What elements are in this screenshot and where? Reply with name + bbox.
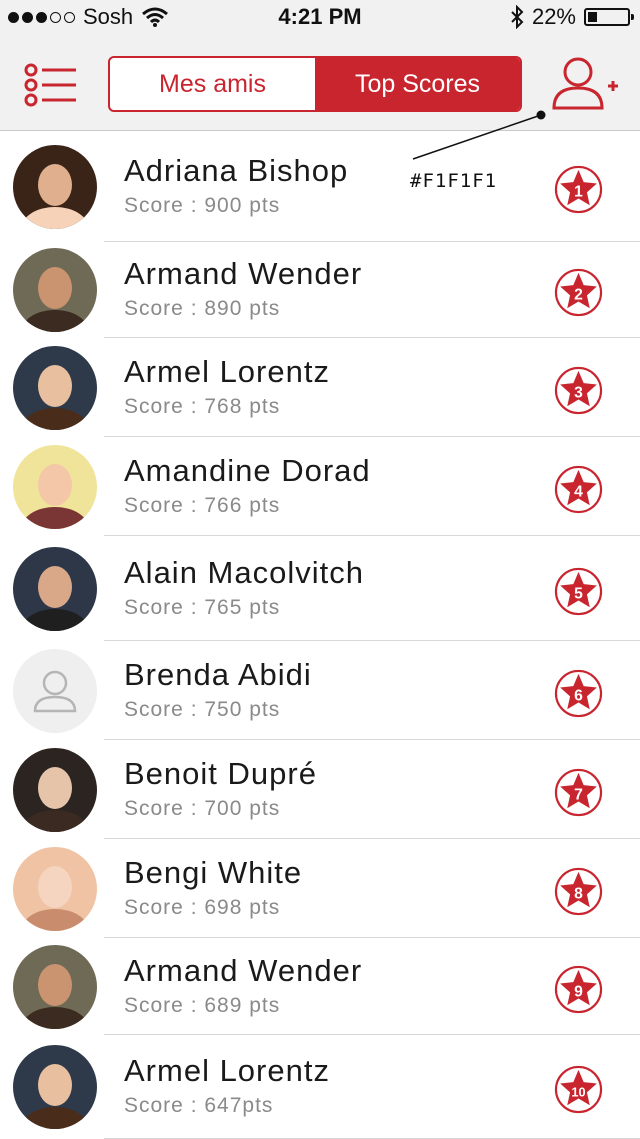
leaderboard-row[interactable]: Armel Lorentz Score : 647pts 10: [0, 1035, 640, 1139]
player-name: Armel Lorentz: [124, 354, 330, 389]
rank-star-icon: 7: [554, 768, 603, 817]
leaderboard-row[interactable]: Amandine Dorad Score : 766 pts 4: [0, 437, 640, 536]
avatar: [13, 145, 97, 229]
bluetooth-icon: [511, 5, 524, 29]
battery-icon: [584, 8, 634, 26]
player-name: Benoit Dupré: [124, 756, 317, 791]
rank-number: 3: [574, 384, 583, 401]
add-user-icon: [552, 57, 618, 110]
avatar: [13, 945, 97, 1029]
player-name: Armand Wender: [124, 256, 363, 291]
player-score: Score : 890 pts: [124, 297, 281, 320]
leaderboard-row[interactable]: Benoit Dupré Score : 700 pts 7: [0, 740, 640, 839]
player-score: Score : 750 pts: [124, 698, 281, 721]
rank-star-icon: 10: [554, 1065, 603, 1114]
player-name: Adriana Bishop: [124, 153, 349, 188]
rank-star-icon: 9: [554, 965, 603, 1014]
segmented-control: Mes amis Top Scores: [108, 56, 522, 112]
rank-star-icon: 1: [554, 165, 603, 214]
tab-top-scores[interactable]: Top Scores: [315, 58, 520, 110]
player-name: Armand Wender: [124, 953, 363, 988]
rank-number: 8: [574, 885, 583, 902]
tab-mes-amis[interactable]: Mes amis: [110, 58, 315, 110]
player-name: Bengi White: [124, 855, 303, 890]
leaderboard-row[interactable]: Armand Wender Score : 890 pts 2: [0, 242, 640, 338]
player-score: Score : 900 pts: [124, 194, 281, 217]
player-name: Brenda Abidi: [124, 657, 312, 692]
avatar: [13, 445, 97, 529]
rank-star-icon: 3: [554, 366, 603, 415]
player-score: Score : 700 pts: [124, 797, 281, 820]
rank-number: 1: [574, 183, 583, 200]
rank-number: 2: [574, 286, 583, 303]
player-name: Alain Macolvitch: [124, 555, 364, 590]
avatar: [13, 248, 97, 332]
avatar: [13, 346, 97, 430]
navigation-bar: Mes amis Top Scores: [0, 36, 640, 131]
player-score: Score : 698 pts: [124, 896, 281, 919]
rank-number: 5: [574, 585, 583, 602]
status-right: 22%: [510, 4, 634, 30]
leaderboard-row[interactable]: Alain Macolvitch Score : 765 pts 5: [0, 536, 640, 641]
player-score: Score : 768 pts: [124, 395, 281, 418]
menu-button[interactable]: [24, 62, 80, 108]
leaderboard-row[interactable]: Bengi White Score : 698 pts 8: [0, 839, 640, 938]
leaderboard-row[interactable]: Armel Lorentz Score : 768 pts 3: [0, 338, 640, 437]
player-score: Score : 689 pts: [124, 994, 281, 1017]
battery-percent: 22%: [531, 4, 576, 29]
rank-number: 4: [574, 483, 583, 500]
avatar: [13, 547, 97, 631]
leaderboard-row[interactable]: Brenda Abidi Score : 750 pts 6: [0, 641, 640, 740]
list-menu-icon: [24, 63, 76, 107]
rank-number: 7: [574, 786, 583, 803]
player-score: Score : 765 pts: [124, 596, 281, 619]
add-friend-button[interactable]: [550, 56, 620, 112]
rank-number: 10: [571, 1084, 585, 1099]
rank-star-icon: 6: [554, 669, 603, 718]
rank-star-icon: 2: [554, 268, 603, 317]
player-score: Score : 647pts: [124, 1094, 274, 1117]
rank-star-icon: 8: [554, 867, 603, 916]
rank-number: 9: [574, 983, 583, 1000]
avatar: [13, 847, 97, 931]
player-score: Score : 766 pts: [124, 494, 281, 517]
rank-star-icon: 4: [554, 465, 603, 514]
player-name: Armel Lorentz: [124, 1053, 330, 1088]
rank-number: 6: [574, 687, 583, 704]
leaderboard-row[interactable]: Armand Wender Score : 689 pts 9: [0, 938, 640, 1035]
leaderboard-row[interactable]: Adriana Bishop Score : 900 pts 1: [0, 131, 640, 242]
player-name: Amandine Dorad: [124, 453, 371, 488]
avatar: [13, 1045, 97, 1129]
rank-star-icon: 5: [554, 567, 603, 616]
status-bar: Sosh 4:21 PM 22%: [0, 0, 640, 36]
avatar: [13, 748, 97, 832]
avatar-placeholder-icon: [13, 649, 97, 733]
